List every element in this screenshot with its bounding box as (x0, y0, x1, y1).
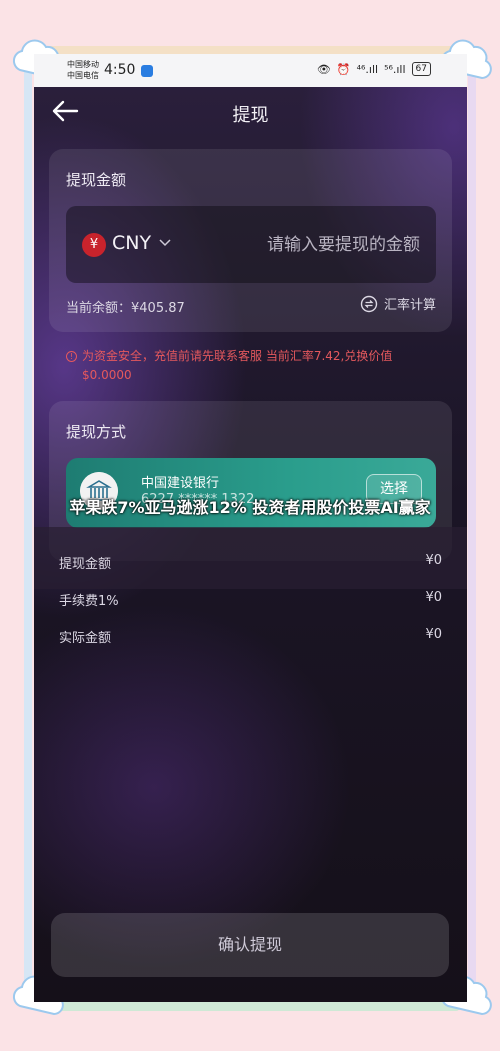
phone-screen: 中国移动 中国电信 4:50 👁 ⏰ ⁴⁶.ıll ⁵⁶.ıll 67 提现 提… (34, 54, 467, 1002)
amount-input[interactable] (210, 230, 420, 260)
status-bar: 中国移动 中国电信 4:50 👁 ⏰ ⁴⁶.ıll ⁵⁶.ıll 67 (34, 54, 467, 87)
summary-label: 手续费1% (59, 594, 119, 609)
alarm-icon: ⏰ (336, 62, 351, 76)
status-icons: 👁 ⏰ ⁴⁶.ıll ⁵⁶.ıll 67 (317, 62, 431, 76)
withdraw-page: 提现 提现金额 ¥ CNY 当前余额：¥405.87 汇率计算 ! (34, 87, 467, 1002)
rate-calc-button[interactable]: 汇率计算 (360, 294, 436, 313)
confirm-withdraw-button[interactable]: 确认提现 (51, 913, 449, 977)
app-notification-icon (141, 65, 153, 77)
summary-value: ¥0 (425, 627, 442, 642)
bank-name: 中国建设银行 (141, 476, 220, 491)
carrier-labels: 中国移动 中国电信 (67, 59, 99, 81)
summary-label: 实际金额 (59, 631, 112, 646)
frame-bottom-border (40, 1001, 460, 1011)
notice-text: 为资金安全，充值前请先联系客服 当前汇率7.42,兑换价值$0.0000 (82, 349, 393, 382)
currency-selector[interactable]: CNY (112, 232, 151, 254)
refresh-icon (360, 295, 378, 312)
yuan-icon: ¥ (82, 233, 106, 257)
page-title: 提现 (232, 105, 269, 126)
amount-card: 提现金额 ¥ CNY 当前余额：¥405.87 汇率计算 (49, 149, 452, 332)
summary-value: ¥0 (425, 590, 442, 605)
security-notice: ! 为资金安全，充值前请先联系客服 当前汇率7.42,兑换价值$0.0000 (66, 347, 426, 385)
current-balance: 当前余额：¥405.87 (66, 301, 185, 316)
signal-icon-1: ⁴⁶.ıll (356, 62, 379, 76)
warning-icon: ! (66, 351, 77, 362)
eye-icon: 👁 (316, 62, 331, 76)
frame-top-border (40, 46, 460, 54)
method-label: 提现方式 (66, 423, 127, 441)
rate-calc-label: 汇率计算 (383, 298, 436, 313)
summary-row-withdraw: 提现金额 ¥0 (59, 553, 442, 572)
summary-label: 提现金额 (59, 557, 112, 572)
battery-icon: 67 (411, 62, 431, 76)
amount-input-box: ¥ CNY (66, 206, 436, 283)
amount-label: 提现金额 (66, 171, 127, 189)
summary-row-fee: 手续费1% ¥0 (59, 590, 442, 609)
news-caption: 苹果跌7%亚马逊涨12% 投资者用股价投票AI赢家 (69, 498, 431, 517)
chevron-down-icon[interactable] (158, 236, 172, 250)
frame-right-border (468, 60, 476, 995)
summary-row-actual: 实际金额 ¥0 (59, 627, 442, 646)
signal-icon-2: ⁵⁶.ıll (384, 62, 406, 76)
frame-left-border (24, 60, 32, 995)
carrier-2: 中国电信 (67, 71, 99, 80)
status-time: 4:50 (104, 62, 136, 78)
carrier-1: 中国移动 (67, 60, 99, 69)
summary-value: ¥0 (425, 553, 442, 568)
